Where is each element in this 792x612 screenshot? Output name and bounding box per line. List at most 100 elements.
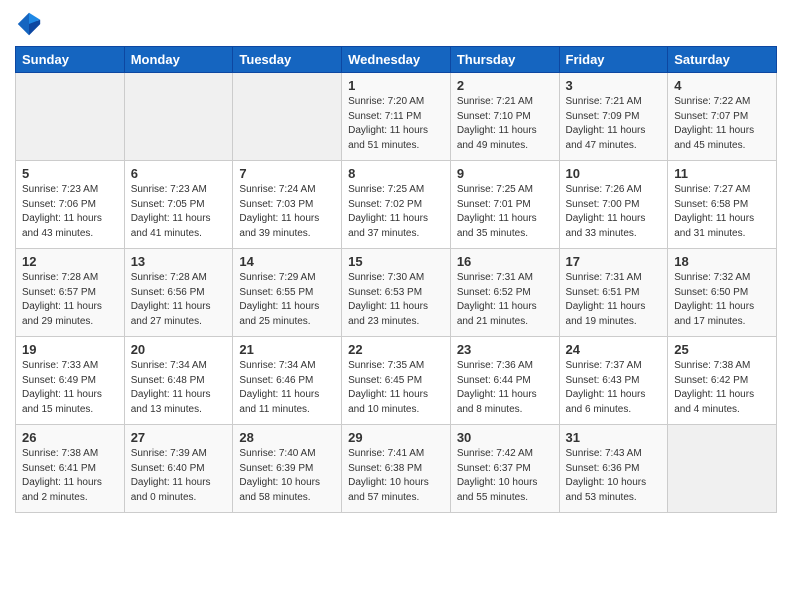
day-number: 11 — [674, 166, 770, 181]
calendar-cell — [16, 73, 125, 161]
day-number: 27 — [131, 430, 227, 445]
calendar-cell: 14 Sunrise: 7:29 AM Sunset: 6:55 PM Dayli… — [233, 249, 342, 337]
logo — [15, 10, 47, 38]
logo-icon — [15, 10, 43, 38]
day-number: 19 — [22, 342, 118, 357]
calendar-cell — [668, 425, 777, 513]
day-info: Sunrise: 7:28 AM Sunset: 6:57 PM Dayligh… — [22, 271, 118, 329]
day-number: 22 — [348, 342, 444, 357]
day-number: 30 — [457, 430, 553, 445]
calendar-cell: 29 Sunrise: 7:41 AM Sunset: 6:38 PM Dayli… — [342, 425, 451, 513]
calendar-cell: 15 Sunrise: 7:30 AM Sunset: 6:53 PM Dayli… — [342, 249, 451, 337]
calendar-cell: 24 Sunrise: 7:37 AM Sunset: 6:43 PM Dayli… — [559, 337, 668, 425]
calendar-cell: 3 Sunrise: 7:21 AM Sunset: 7:09 PM Daylig… — [559, 73, 668, 161]
week-row-3: 12 Sunrise: 7:28 AM Sunset: 6:57 PM Dayli… — [16, 249, 777, 337]
calendar-cell: 5 Sunrise: 7:23 AM Sunset: 7:06 PM Daylig… — [16, 161, 125, 249]
day-number: 5 — [22, 166, 118, 181]
calendar-cell: 19 Sunrise: 7:33 AM Sunset: 6:49 PM Dayli… — [16, 337, 125, 425]
calendar-cell — [124, 73, 233, 161]
day-header-monday: Monday — [124, 47, 233, 73]
calendar-cell: 16 Sunrise: 7:31 AM Sunset: 6:52 PM Dayli… — [450, 249, 559, 337]
day-header-wednesday: Wednesday — [342, 47, 451, 73]
calendar-cell: 10 Sunrise: 7:26 AM Sunset: 7:00 PM Dayli… — [559, 161, 668, 249]
day-number: 2 — [457, 78, 553, 93]
day-info: Sunrise: 7:31 AM Sunset: 6:52 PM Dayligh… — [457, 271, 553, 329]
day-info: Sunrise: 7:29 AM Sunset: 6:55 PM Dayligh… — [239, 271, 335, 329]
day-info: Sunrise: 7:33 AM Sunset: 6:49 PM Dayligh… — [22, 359, 118, 417]
day-header-thursday: Thursday — [450, 47, 559, 73]
day-info: Sunrise: 7:27 AM Sunset: 6:58 PM Dayligh… — [674, 183, 770, 241]
calendar-cell: 26Sunrise: 7:38 AM Sunset: 6:41 PM Dayli… — [16, 425, 125, 513]
day-info: Sunrise: 7:35 AM Sunset: 6:45 PM Dayligh… — [348, 359, 444, 417]
day-info: Sunrise: 7:32 AM Sunset: 6:50 PM Dayligh… — [674, 271, 770, 329]
day-number: 9 — [457, 166, 553, 181]
day-header-saturday: Saturday — [668, 47, 777, 73]
calendar-cell: 8 Sunrise: 7:25 AM Sunset: 7:02 PM Daylig… — [342, 161, 451, 249]
day-info: Sunrise: 7:21 AM Sunset: 7:10 PM Dayligh… — [457, 95, 553, 153]
day-info: Sunrise: 7:39 AM Sunset: 6:40 PM Dayligh… — [131, 447, 227, 505]
day-number: 29 — [348, 430, 444, 445]
day-number: 12 — [22, 254, 118, 269]
day-info: Sunrise: 7:37 AM Sunset: 6:43 PM Dayligh… — [566, 359, 662, 417]
calendar-cell: 30 Sunrise: 7:42 AM Sunset: 6:37 PM Dayli… — [450, 425, 559, 513]
calendar-cell: 4 Sunrise: 7:22 AM Sunset: 7:07 PM Daylig… — [668, 73, 777, 161]
day-info: Sunrise: 7:26 AM Sunset: 7:00 PM Dayligh… — [566, 183, 662, 241]
day-number: 7 — [239, 166, 335, 181]
header-row: SundayMondayTuesdayWednesdayThursdayFrid… — [16, 47, 777, 73]
day-info: Sunrise: 7:30 AM Sunset: 6:53 PM Dayligh… — [348, 271, 444, 329]
day-number: 21 — [239, 342, 335, 357]
week-row-1: 1 Sunrise: 7:20 AM Sunset: 7:11 PM Daylig… — [16, 73, 777, 161]
day-number: 31 — [566, 430, 662, 445]
day-number: 6 — [131, 166, 227, 181]
day-info: Sunrise: 7:25 AM Sunset: 7:02 PM Dayligh… — [348, 183, 444, 241]
calendar-cell: 11 Sunrise: 7:27 AM Sunset: 6:58 PM Dayli… — [668, 161, 777, 249]
day-info: Sunrise: 7:22 AM Sunset: 7:07 PM Dayligh… — [674, 95, 770, 153]
page-header — [15, 10, 777, 38]
day-number: 3 — [566, 78, 662, 93]
calendar-cell: 31Sunrise: 7:43 AM Sunset: 6:36 PM Dayli… — [559, 425, 668, 513]
day-number: 16 — [457, 254, 553, 269]
calendar-cell: 17Sunrise: 7:31 AM Sunset: 6:51 PM Dayli… — [559, 249, 668, 337]
day-number: 14 — [239, 254, 335, 269]
calendar-cell: 20Sunrise: 7:34 AM Sunset: 6:48 PM Dayli… — [124, 337, 233, 425]
week-row-4: 19 Sunrise: 7:33 AM Sunset: 6:49 PM Dayli… — [16, 337, 777, 425]
day-info: Sunrise: 7:40 AM Sunset: 6:39 PM Dayligh… — [239, 447, 335, 505]
day-number: 20 — [131, 342, 227, 357]
calendar-cell: 6 Sunrise: 7:23 AM Sunset: 7:05 PM Daylig… — [124, 161, 233, 249]
day-number: 24 — [566, 342, 662, 357]
day-number: 10 — [566, 166, 662, 181]
week-row-2: 5 Sunrise: 7:23 AM Sunset: 7:06 PM Daylig… — [16, 161, 777, 249]
day-info: Sunrise: 7:42 AM Sunset: 6:37 PM Dayligh… — [457, 447, 553, 505]
calendar-cell: 13Sunrise: 7:28 AM Sunset: 6:56 PM Dayli… — [124, 249, 233, 337]
day-info: Sunrise: 7:31 AM Sunset: 6:51 PM Dayligh… — [566, 271, 662, 329]
calendar-cell: 9 Sunrise: 7:25 AM Sunset: 7:01 PM Daylig… — [450, 161, 559, 249]
calendar-table: SundayMondayTuesdayWednesdayThursdayFrid… — [15, 46, 777, 513]
day-number: 1 — [348, 78, 444, 93]
calendar-cell: 7 Sunrise: 7:24 AM Sunset: 7:03 PM Daylig… — [233, 161, 342, 249]
week-row-5: 26Sunrise: 7:38 AM Sunset: 6:41 PM Dayli… — [16, 425, 777, 513]
day-number: 18 — [674, 254, 770, 269]
day-info: Sunrise: 7:28 AM Sunset: 6:56 PM Dayligh… — [131, 271, 227, 329]
calendar-cell: 2 Sunrise: 7:21 AM Sunset: 7:10 PM Daylig… — [450, 73, 559, 161]
day-number: 25 — [674, 342, 770, 357]
day-number: 15 — [348, 254, 444, 269]
day-info: Sunrise: 7:21 AM Sunset: 7:09 PM Dayligh… — [566, 95, 662, 153]
day-number: 4 — [674, 78, 770, 93]
calendar-cell: 12 Sunrise: 7:28 AM Sunset: 6:57 PM Dayli… — [16, 249, 125, 337]
day-header-sunday: Sunday — [16, 47, 125, 73]
day-info: Sunrise: 7:41 AM Sunset: 6:38 PM Dayligh… — [348, 447, 444, 505]
day-number: 28 — [239, 430, 335, 445]
day-number: 23 — [457, 342, 553, 357]
calendar-cell: 23Sunrise: 7:36 AM Sunset: 6:44 PM Dayli… — [450, 337, 559, 425]
day-info: Sunrise: 7:23 AM Sunset: 7:06 PM Dayligh… — [22, 183, 118, 241]
calendar-cell: 22 Sunrise: 7:35 AM Sunset: 6:45 PM Dayli… — [342, 337, 451, 425]
calendar-cell: 27 Sunrise: 7:39 AM Sunset: 6:40 PM Dayli… — [124, 425, 233, 513]
day-info: Sunrise: 7:23 AM Sunset: 7:05 PM Dayligh… — [131, 183, 227, 241]
calendar-cell — [233, 73, 342, 161]
day-number: 8 — [348, 166, 444, 181]
day-info: Sunrise: 7:20 AM Sunset: 7:11 PM Dayligh… — [348, 95, 444, 153]
day-info: Sunrise: 7:25 AM Sunset: 7:01 PM Dayligh… — [457, 183, 553, 241]
day-info: Sunrise: 7:24 AM Sunset: 7:03 PM Dayligh… — [239, 183, 335, 241]
day-info: Sunrise: 7:34 AM Sunset: 6:46 PM Dayligh… — [239, 359, 335, 417]
day-info: Sunrise: 7:38 AM Sunset: 6:42 PM Dayligh… — [674, 359, 770, 417]
